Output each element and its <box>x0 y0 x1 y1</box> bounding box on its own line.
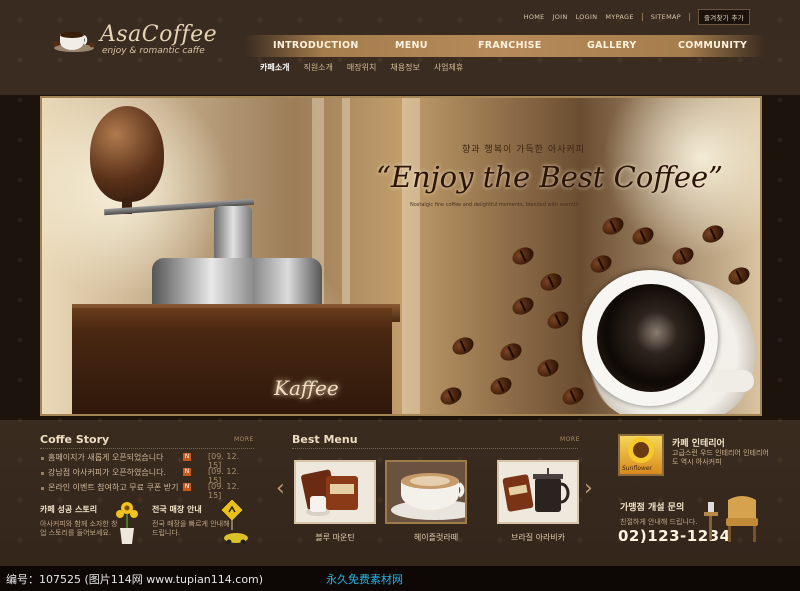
watermark-id-text: 编号：107525 (图片114网 www.tupian114.com) <box>6 573 264 586</box>
hero-title: “Enjoy the Best Coffee” <box>376 160 724 194</box>
divider <box>641 13 643 21</box>
interior-desc: 고급스런 우드 인테리어 인테리어도 역시 아사커피 <box>672 449 769 466</box>
bullet <box>41 472 44 475</box>
kaffee-overlay-text: Kaffee <box>274 376 339 400</box>
top-links: HOME JOIN LOGIN MYPAGE SITEMAP 즐겨찾기 추가 <box>524 9 750 25</box>
hero-small-text: Nostalgic fine coffee and delightful mom… <box>410 202 579 208</box>
brand-logo[interactable]: AsaCoffee enjoy & romantic caffe <box>48 22 217 62</box>
sunflower-icon[interactable]: Sunflower <box>618 434 664 476</box>
mypage-link[interactable]: MYPAGE <box>605 13 633 21</box>
coffee-bean-icon <box>497 340 525 364</box>
latte-cup-image <box>387 462 465 522</box>
nav-item-menu[interactable]: MENU <box>395 40 428 51</box>
coffee-bean-icon <box>437 384 465 408</box>
new-badge: N <box>183 453 191 461</box>
coffee-surface <box>597 284 705 392</box>
login-link[interactable]: LOGIN <box>576 13 598 21</box>
divider <box>40 448 254 449</box>
menu-thumb-brazil-arabica[interactable] <box>497 460 579 524</box>
flower-vase-icon <box>116 502 138 544</box>
coffee-bean-icon <box>534 356 562 380</box>
divider <box>688 13 690 21</box>
grinder-box <box>72 308 392 414</box>
sunflower-center <box>633 442 649 458</box>
best-menu-title: Best Menu <box>292 433 358 446</box>
grinder-bowl <box>152 258 322 308</box>
new-badge: N <box>183 468 191 476</box>
road-sign-icon <box>219 500 248 545</box>
list-item[interactable]: 강남점 아사커피가 오픈하였습니다. N [09. 12. 15] <box>40 467 254 485</box>
subnav-item-staff[interactable]: 직원소개 <box>303 62 332 73</box>
grinder-hopper <box>90 106 164 202</box>
coffee-press-image <box>502 468 570 512</box>
success-story-box[interactable]: 카페 성공 스토리 아사커피와 함께 소자한 창업 스토리를 들어보세요. <box>40 496 148 550</box>
menu-thumb-blue-mountain[interactable] <box>294 460 376 524</box>
sub-nav: 카페소개 직원소개 매장위치 채용정보 사업제휴 <box>260 62 463 73</box>
coffee-story-title: Coffe Story <box>40 433 110 446</box>
brand-tagline: enjoy & romantic caffe <box>102 46 205 56</box>
list-item[interactable]: 온라인 이벤트 참여하고 무료 쿠폰 받기 N [09. 12. 15] <box>40 482 254 500</box>
coffee-bean-icon <box>725 264 753 288</box>
menu-caption: 블루 마운틴 <box>315 533 355 542</box>
light-stripe <box>402 98 420 414</box>
coffee-bean-icon <box>537 270 565 294</box>
chevron-right-icon[interactable]: › <box>584 478 593 500</box>
nav-item-franchise[interactable]: FRANCHISE <box>478 40 542 51</box>
bullet <box>41 487 44 490</box>
divider <box>292 448 578 449</box>
brand-name: AsaCoffee <box>100 22 218 47</box>
hero-kicker: 향과 행복이 가득한 아사커피 <box>462 145 585 155</box>
menu-thumb-hazelnut-latte[interactable] <box>385 460 467 524</box>
join-link[interactable]: JOIN <box>553 13 568 21</box>
add-favorite-button[interactable]: 즐겨찾기 추가 <box>697 9 750 25</box>
new-badge: N <box>183 483 191 491</box>
menu-caption: 브라질 아라비카 <box>510 533 566 542</box>
coffee-bean-icon <box>509 244 537 268</box>
watermark-footer: 编号：107525 (图片114网 www.tupian114.com) 永久免… <box>0 566 800 591</box>
page: AsaCoffee enjoy & romantic caffe HOME JO… <box>0 0 800 591</box>
best-menu-more-link[interactable]: MORE <box>560 436 580 443</box>
coffee-bean-icon <box>544 308 572 332</box>
menu-caption: 헤이즐럿라떼 <box>413 533 459 542</box>
watermark-link[interactable]: 永久免费素材网 <box>326 571 403 587</box>
coffee-package-image <box>301 469 358 516</box>
hero-banner: Kaffee 향과 행복이 가득한 아사커피 “Enjoy the Best C… <box>40 96 762 416</box>
success-story-title: 카페 성공 스토리 <box>40 505 98 514</box>
coffee-cup-icon <box>53 32 95 52</box>
coffee-story-more-link[interactable]: MORE <box>234 436 254 443</box>
cup-handle <box>712 370 754 392</box>
coffee-story-list: 홈페이지가 새롭게 오픈되었습니다 N [09. 12. 15] 강남점 아사커… <box>40 452 254 500</box>
story-text: 강남점 아사커피가 오픈하였습니다. <box>48 468 167 477</box>
nav-item-community[interactable]: COMMUNITY <box>678 40 747 51</box>
nav-item-introduction[interactable]: INTRODUCTION <box>273 40 359 51</box>
chair-icon <box>704 496 758 542</box>
home-link[interactable]: HOME <box>524 13 545 21</box>
franchise-title: 가맹점 개설 문의 <box>620 503 685 513</box>
list-item[interactable]: 홈페이지가 새롭게 오픈되었습니다 N [09. 12. 15] <box>40 452 254 470</box>
nav-item-gallery[interactable]: GALLERY <box>587 40 637 51</box>
story-text: 온라인 이벤트 참여하고 무료 쿠폰 받기 <box>48 483 179 492</box>
bullet <box>41 457 44 460</box>
coffee-bean-icon <box>487 374 515 398</box>
coffee-bean-icon <box>509 294 537 318</box>
grinder-knob <box>214 206 252 262</box>
coffee-bean-icon <box>559 384 587 408</box>
interior-title: 카페 인테리어 <box>672 439 725 449</box>
chevron-left-icon[interactable]: ‹ <box>276 478 285 500</box>
coffee-bean-icon <box>449 334 477 358</box>
success-story-desc: 아사커피와 함께 소자한 창업 스토리를 들어보세요. <box>40 520 118 537</box>
subnav-item-recruit[interactable]: 채용정보 <box>390 62 419 73</box>
sunflower-caption: Sunflower <box>622 465 653 472</box>
sitemap-link[interactable]: SITEMAP <box>651 13 681 21</box>
main-nav: INTRODUCTION MENU FRANCHISE GALLERY COMM… <box>245 35 765 57</box>
subnav-item-partnership[interactable]: 사업제휴 <box>434 62 463 73</box>
coffee-bean-icon <box>587 252 615 276</box>
subnav-item-about[interactable]: 카페소개 <box>260 62 289 73</box>
store-info-title: 전국 매장 안내 <box>152 505 202 514</box>
story-text: 홈페이지가 새롭게 오픈되었습니다 <box>48 453 164 462</box>
subnav-item-location[interactable]: 매장위치 <box>347 62 376 73</box>
store-info-box[interactable]: 전국 매장 안내 전국 매장을 빠르게 안내해 드립니다. <box>152 496 254 550</box>
